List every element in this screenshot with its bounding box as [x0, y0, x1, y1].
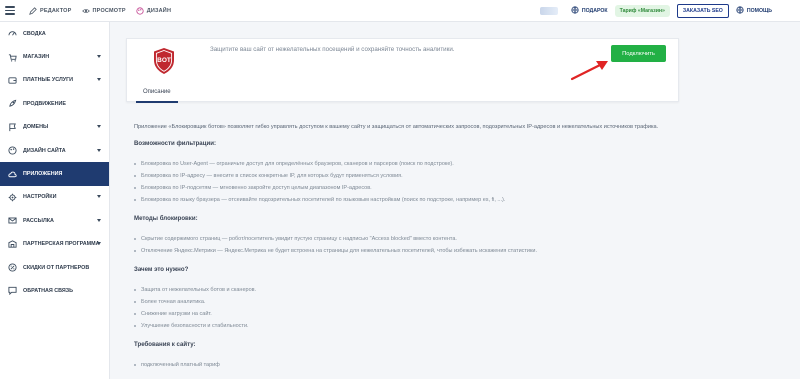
sidebar-item-promotion[interactable]: Продвижение	[0, 92, 109, 115]
chevron-down-icon	[97, 55, 101, 59]
top-right-actions: Подарок Тариф «Магазин» Заказать SEO Пом…	[539, 3, 800, 18]
sidebar-item-label: Дизайн сайта	[23, 147, 66, 154]
sidebar-item-shop[interactable]: Магазин	[0, 45, 109, 68]
cloud-icon	[7, 169, 17, 179]
app-description: Защитите ваш сайт от нежелательных посещ…	[210, 46, 455, 53]
design-link-label: Дизайн	[146, 7, 172, 14]
bot-badge-text: BOT	[157, 57, 171, 64]
rocket-icon	[7, 99, 17, 109]
chevron-down-icon	[97, 242, 101, 246]
chat-icon	[7, 286, 17, 296]
sidebar-item-label: Сводка	[23, 30, 46, 37]
benefits-list: Защита от нежелательных ботов и сканеров…	[134, 284, 664, 332]
list-item: Более точная аналитика.	[134, 296, 664, 308]
globe-icon	[571, 5, 579, 16]
dashboard-icon	[7, 29, 17, 39]
sidebar-item-label: Обратная связь	[23, 287, 74, 294]
sidebar-item-label: Платные услуги	[23, 77, 74, 84]
flag-icon	[7, 122, 17, 132]
preview-link[interactable]: Просмотр	[81, 7, 126, 15]
list-item: Блокировка по IP-подсетям — мгновенно за…	[134, 182, 664, 194]
sidebar-item-label: Приложения	[23, 171, 63, 178]
cart-icon	[7, 52, 17, 62]
sidebar-item-domains[interactable]: Домены	[0, 116, 109, 139]
red-arrow-icon	[570, 61, 608, 81]
sidebar-item-summary[interactable]: Сводка	[0, 22, 109, 45]
filter-features-list: Блокировка по User-Agent — ограничьте до…	[134, 158, 664, 206]
top-bar: Редактор Просмотр Дизайн Подарок Тариф «…	[0, 0, 800, 22]
help-link-label: Помощь	[746, 7, 772, 14]
design-link[interactable]: Дизайн	[136, 6, 172, 15]
envelope-icon	[7, 216, 17, 226]
gear-icon	[7, 192, 17, 202]
sidebar-item-partner-program[interactable]: Партнерская программа	[0, 233, 109, 256]
list-item: Отключение Яндекс.Метрики — Яндекс.Метри…	[134, 245, 664, 257]
requirements-list: подключенный платный тариф	[134, 359, 664, 371]
chevron-down-icon	[97, 195, 101, 199]
sidebar-item-label: Скидки от партнеров	[23, 264, 90, 271]
bot-shield-icon: BOT	[152, 47, 176, 75]
intro-text: Приложение «Блокировщик ботов» позволяет…	[134, 124, 659, 130]
preview-link-label: Просмотр	[92, 7, 126, 14]
list-item: Снижение нагрузки на сайт.	[134, 308, 664, 320]
section-title: Зачем это нужно?	[134, 266, 189, 273]
tariff-badge[interactable]: Тариф «Магазин»	[614, 4, 670, 17]
menu-toggle-icon[interactable]	[5, 6, 23, 15]
sidebar-item-settings[interactable]: Настройки	[0, 186, 109, 209]
list-item: Блокировка по языку браузера — отсеивайт…	[134, 194, 664, 206]
pencil-icon	[29, 6, 37, 15]
sidebar: Сводка Магазин Платные услуги Продвижени…	[0, 22, 110, 379]
sidebar-item-label: Магазин	[23, 54, 50, 61]
sidebar-item-apps[interactable]: Приложения	[0, 162, 109, 186]
editor-link[interactable]: Редактор	[29, 6, 72, 15]
help-link[interactable]: Помощь	[736, 5, 772, 16]
sidebar-item-label: Партнерская программа	[23, 241, 100, 248]
sidebar-item-mailing[interactable]: Рассылка	[0, 209, 109, 232]
list-item: Скрытие содержимого страниц — робот/посе…	[134, 233, 664, 245]
sidebar-item-partner-discounts[interactable]: Скидки от партнеров	[0, 256, 109, 279]
partner-icon	[7, 239, 17, 249]
editor-nav: Редактор Просмотр Дизайн	[29, 6, 181, 15]
palette-icon	[136, 6, 144, 15]
gift-link-label: Подарок	[581, 7, 608, 14]
discount-icon	[7, 263, 17, 273]
sidebar-item-label: Продвижение	[23, 100, 66, 107]
tab-description[interactable]: Описание	[136, 89, 178, 103]
sidebar-item-label: Настройки	[23, 194, 57, 201]
section-title: Возможности фильтрации:	[134, 140, 216, 147]
list-item: Улучшение безопасности и стабильности.	[134, 320, 664, 332]
editor-link-label: Редактор	[40, 7, 72, 14]
section-title: Методы блокировки:	[134, 215, 198, 222]
order-seo-button[interactable]: Заказать SEO	[676, 3, 729, 18]
list-item: подключенный платный тариф	[134, 359, 664, 371]
connect-button[interactable]: Подключить	[611, 45, 666, 62]
chevron-down-icon	[97, 78, 101, 82]
eye-icon	[81, 7, 90, 15]
list-item: Блокировка по User-Agent — ограничьте до…	[134, 158, 664, 170]
sidebar-item-site-design[interactable]: Дизайн сайта	[0, 139, 109, 162]
palette-icon	[7, 146, 17, 156]
sidebar-item-label: Домены	[23, 124, 49, 131]
section-title: Требования к сайту:	[134, 341, 196, 348]
chevron-down-icon	[97, 125, 101, 129]
app-description-content: Приложение «Блокировщик ботов» позволяет…	[134, 122, 664, 371]
chevron-down-icon	[97, 218, 101, 222]
block-methods-list: Скрытие содержимого страниц — робот/посе…	[134, 233, 664, 257]
help-globe-icon	[736, 5, 744, 16]
wallet-icon	[7, 75, 17, 85]
list-item: Блокировка по IP-адресу — внесите в спис…	[134, 170, 664, 182]
sidebar-item-feedback[interactable]: Обратная связь	[0, 279, 109, 302]
sidebar-item-label: Рассылка	[23, 217, 54, 224]
chevron-down-icon	[97, 148, 101, 152]
sidebar-item-paid-services[interactable]: Платные услуги	[0, 69, 109, 92]
user-account[interactable]	[539, 6, 558, 15]
list-item: Защита от нежелательных ботов и сканеров…	[134, 284, 664, 296]
gift-link[interactable]: Подарок	[571, 5, 608, 16]
